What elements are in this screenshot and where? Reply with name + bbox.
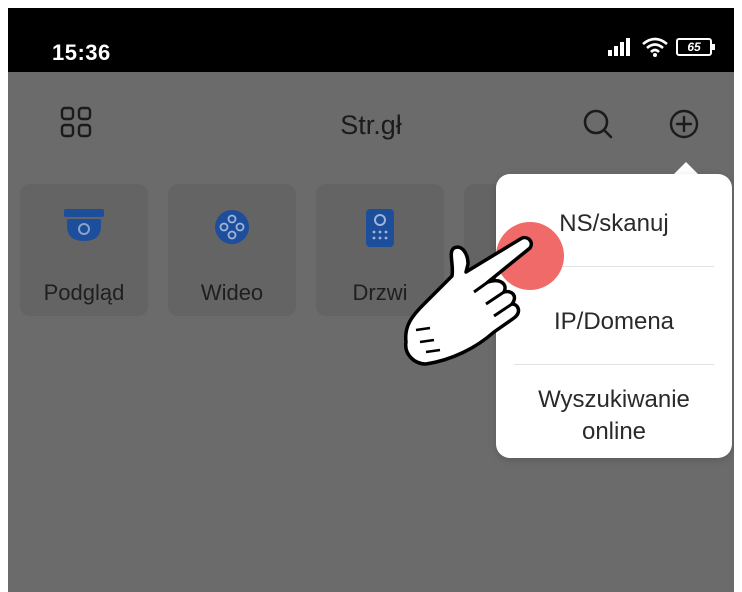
battery-level: 65: [687, 40, 701, 54]
status-bar: 15:36 65: [8, 8, 734, 72]
page-title: Str.gł: [340, 110, 402, 140]
status-time: 15:36: [52, 40, 111, 65]
search-icon[interactable]: [582, 108, 614, 140]
app-header: Str.gł: [8, 72, 734, 172]
wifi-icon: [642, 37, 668, 57]
signal-icon: [608, 38, 630, 56]
menu-item-label-line1: Wyszukiwanie: [538, 386, 690, 413]
dome-camera-icon: [64, 209, 104, 241]
tile-podglad[interactable]: Podgląd: [20, 184, 148, 316]
add-icon[interactable]: [668, 108, 700, 140]
battery-indicator: 65: [676, 38, 715, 56]
menu-item-label-line2: online: [581, 418, 647, 445]
tile-label: Podgląd: [43, 280, 125, 305]
door-intercom-icon: [366, 209, 394, 247]
phone-screen: 15:36 65 Str.gł Podgląd Wideo Drzwi NS/s…: [8, 8, 734, 592]
tile-label: Wideo: [200, 280, 264, 305]
pointing-hand-icon: [403, 235, 534, 366]
menu-divider: [514, 364, 714, 365]
tile-wideo[interactable]: Wideo: [168, 184, 296, 316]
menu-item-online-search[interactable]: Wyszukiwanie online: [496, 384, 732, 448]
video-reel-icon: [215, 210, 249, 244]
status-icons: 65: [608, 37, 715, 57]
